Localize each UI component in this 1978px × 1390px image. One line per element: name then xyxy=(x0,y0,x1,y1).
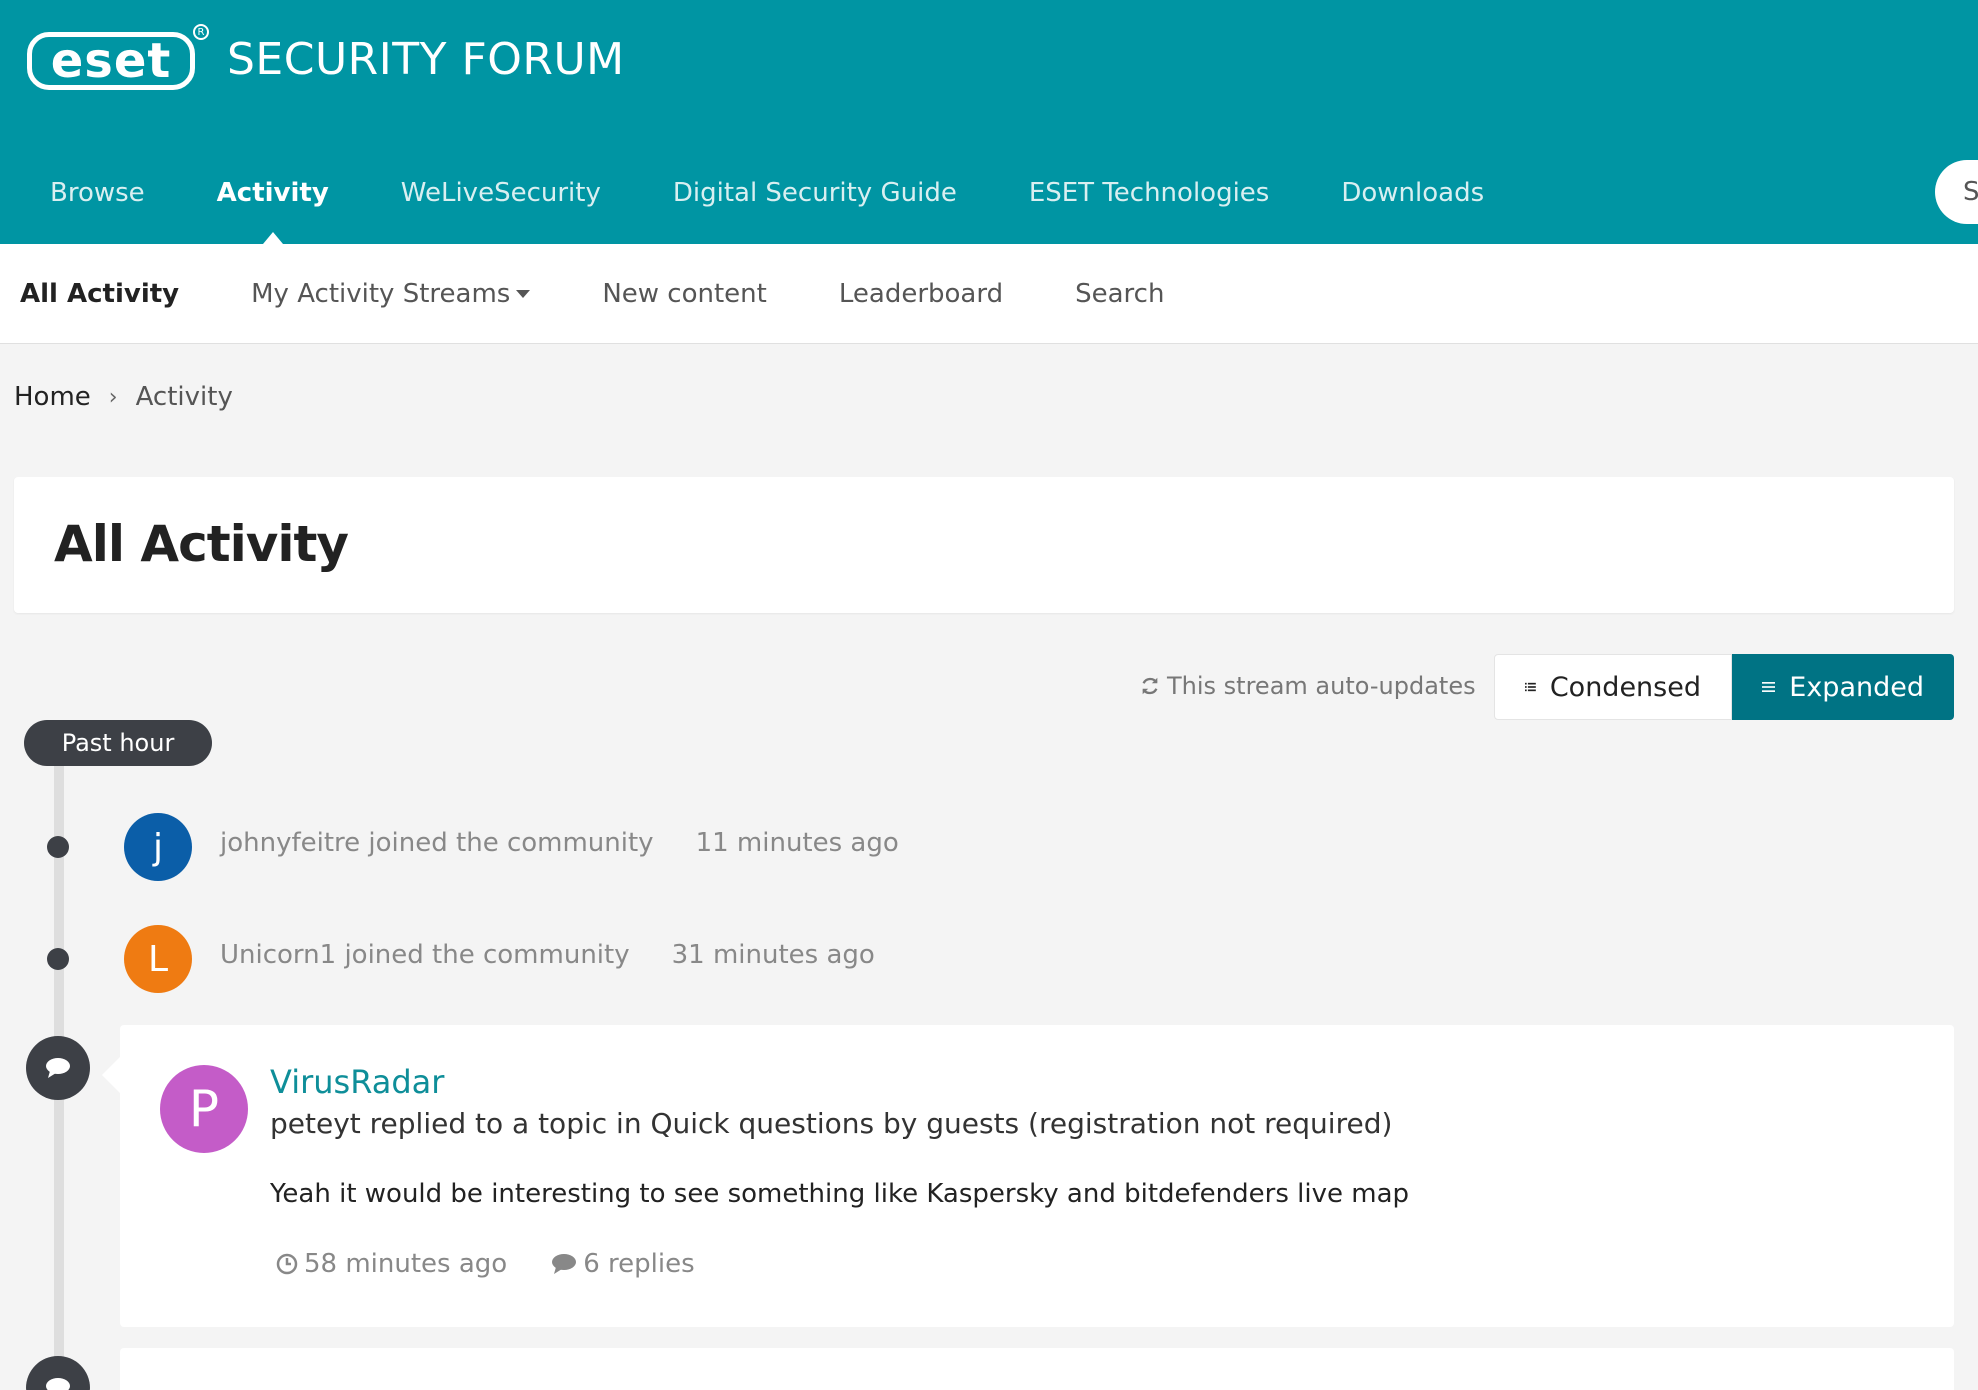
main-nav: Browse Activity WeLiveSecurity Digital S… xyxy=(0,163,1520,244)
post-time[interactable]: 58 minutes ago xyxy=(276,1249,507,1279)
nav-browse[interactable]: Browse xyxy=(0,163,181,223)
subnav-leaderboard[interactable]: Leaderboard xyxy=(803,279,1039,309)
activity-post-card xyxy=(120,1348,1954,1390)
view-toggle: Condensed Expanded xyxy=(1494,654,1954,720)
page-header-card: All Activity xyxy=(14,477,1954,613)
registered-mark-icon: R xyxy=(193,24,209,40)
menu-lines-icon xyxy=(1762,682,1776,692)
subnav-my-activity-streams[interactable]: My Activity Streams xyxy=(215,279,566,309)
search-input[interactable]: S xyxy=(1935,160,1978,224)
nav-digital-security-guide[interactable]: Digital Security Guide xyxy=(637,163,993,223)
list-icon xyxy=(1525,682,1536,692)
join-time: 11 minutes ago xyxy=(695,828,899,858)
post-replies-label: 6 replies xyxy=(583,1249,695,1279)
refresh-icon xyxy=(1142,677,1158,695)
time-period-label: Past hour xyxy=(24,720,212,766)
breadcrumb-home[interactable]: Home xyxy=(14,382,91,412)
timeline-dot xyxy=(47,948,69,970)
subnav-new-content[interactable]: New content xyxy=(566,279,803,309)
forum-title[interactable]: SECURITY FORUM xyxy=(227,32,625,88)
condensed-view-label: Condensed xyxy=(1549,671,1701,703)
expanded-view-label: Expanded xyxy=(1789,671,1924,703)
join-text: Unicorn1 joined the community 31 minutes … xyxy=(220,940,875,970)
avatar[interactable]: L xyxy=(124,925,192,993)
logo-wordmark: eset xyxy=(27,32,195,90)
avatar[interactable]: P xyxy=(160,1065,248,1153)
auto-update-notice: This stream auto-updates xyxy=(1139,672,1476,700)
auto-update-text: This stream auto-updates xyxy=(1167,672,1476,700)
subnav-search[interactable]: Search xyxy=(1039,279,1200,309)
expanded-view-button[interactable]: Expanded xyxy=(1732,654,1954,720)
join-time: 31 minutes ago xyxy=(671,940,875,970)
page-title: All Activity xyxy=(54,515,349,573)
condensed-view-button[interactable]: Condensed xyxy=(1494,654,1732,720)
post-replies[interactable]: 6 replies xyxy=(551,1249,695,1279)
clock-icon xyxy=(276,1253,298,1275)
comment-bubble-icon xyxy=(26,1356,90,1390)
nav-activity[interactable]: Activity xyxy=(181,163,365,244)
post-meta: 58 minutes ago 6 replies xyxy=(276,1249,739,1279)
join-description[interactable]: Unicorn1 joined the community xyxy=(220,940,630,970)
comment-bubble-icon xyxy=(26,1036,90,1100)
post-excerpt: Yeah it would be interesting to see some… xyxy=(270,1179,1410,1209)
timeline-dot xyxy=(47,836,69,858)
nav-downloads[interactable]: Downloads xyxy=(1305,163,1520,223)
post-time-label: 58 minutes ago xyxy=(304,1249,508,1279)
nav-eset-technologies[interactable]: ESET Technologies xyxy=(993,163,1306,223)
comment-icon xyxy=(552,1254,577,1274)
join-text: johnyfeitre joined the community 11 minut… xyxy=(220,828,899,858)
caret-down-icon xyxy=(516,290,531,298)
activity-post-card: P VirusRadar peteyt replied to a topic i… xyxy=(102,1025,1954,1327)
activity-subnav: All Activity My Activity Streams New con… xyxy=(0,244,1978,344)
join-description[interactable]: johnyfeitre joined the community xyxy=(220,828,654,858)
breadcrumb-current: Activity xyxy=(135,382,233,412)
chevron-right-icon: › xyxy=(108,384,118,410)
site-header: eset R SECURITY FORUM Browse Activity We… xyxy=(0,0,1978,244)
breadcrumb: Home › Activity xyxy=(14,382,233,412)
post-summary[interactable]: peteyt replied to a topic in Quick quest… xyxy=(270,1107,1392,1140)
subnav-all-activity[interactable]: All Activity xyxy=(0,279,215,309)
subnav-my-activity-streams-label: My Activity Streams xyxy=(251,278,511,309)
nav-welivesecurity[interactable]: WeLiveSecurity xyxy=(365,163,637,223)
avatar[interactable]: j xyxy=(124,813,192,881)
post-title-link[interactable]: VirusRadar xyxy=(270,1063,444,1101)
